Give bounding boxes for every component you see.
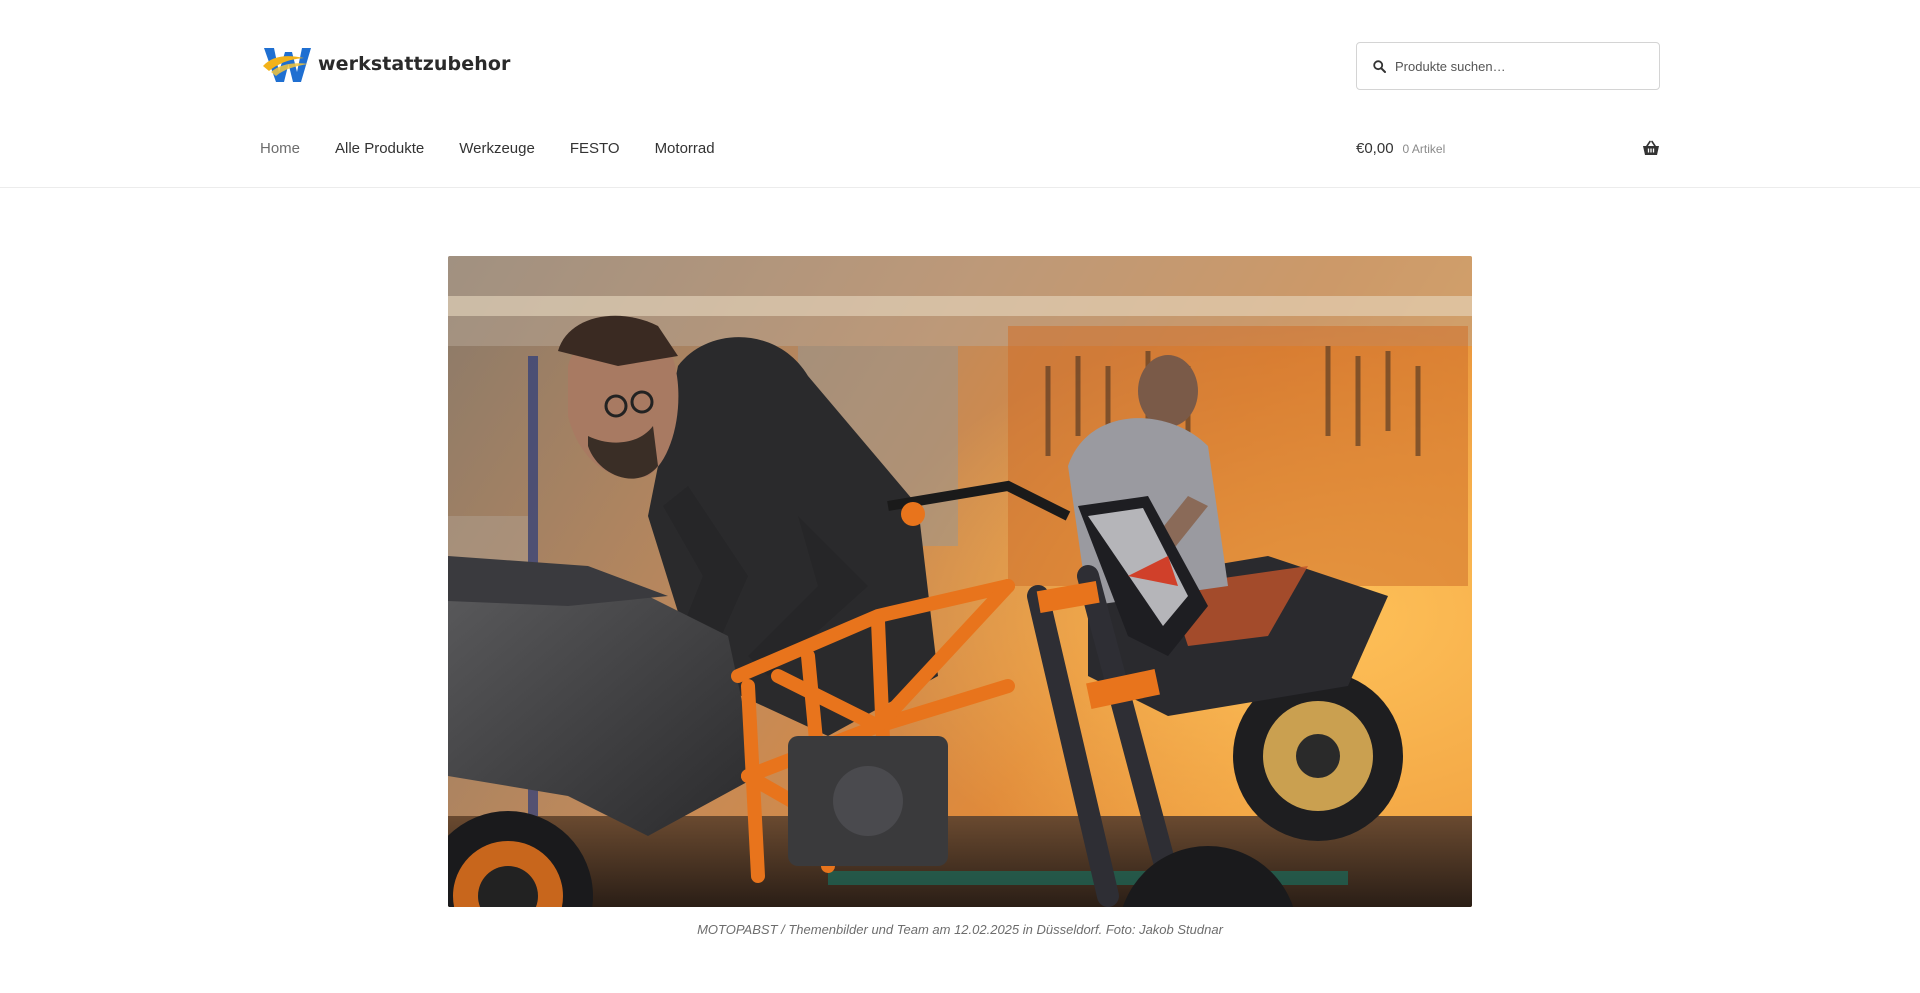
site-header: werkstattzubehor Home Alle Produkte Werk…	[0, 0, 1920, 188]
site-logo-link[interactable]: werkstattzubehor	[262, 42, 510, 86]
nav-item-motorrad[interactable]: Motorrad	[655, 140, 715, 157]
main-navigation: Home Alle Produkte Werkzeuge FESTO Motor…	[260, 136, 750, 160]
motorcycle-workshop-photo	[448, 256, 1472, 907]
hero-image	[448, 256, 1472, 907]
product-search[interactable]	[1356, 42, 1660, 90]
logo-w-icon	[263, 48, 311, 82]
basket-icon	[1643, 140, 1659, 155]
search-icon	[1373, 59, 1387, 73]
search-input[interactable]	[1395, 51, 1635, 81]
nav-item-festo[interactable]: FESTO	[570, 140, 620, 157]
nav-item-werkzeuge[interactable]: Werkzeuge	[459, 140, 535, 157]
nav-item-home[interactable]: Home	[260, 140, 300, 157]
nav-item-alle-produkte[interactable]: Alle Produkte	[335, 140, 424, 157]
logo-text: werkstattzubehor	[318, 53, 511, 75]
cart-item-count: 0 Artikel	[1402, 142, 1446, 156]
mini-cart[interactable]: €0,00 0 Artikel	[1356, 136, 1660, 160]
cart-amount: €0,00	[1356, 139, 1394, 157]
image-caption: MOTOPABST / Themenbilder und Team am 12.…	[697, 922, 1223, 937]
